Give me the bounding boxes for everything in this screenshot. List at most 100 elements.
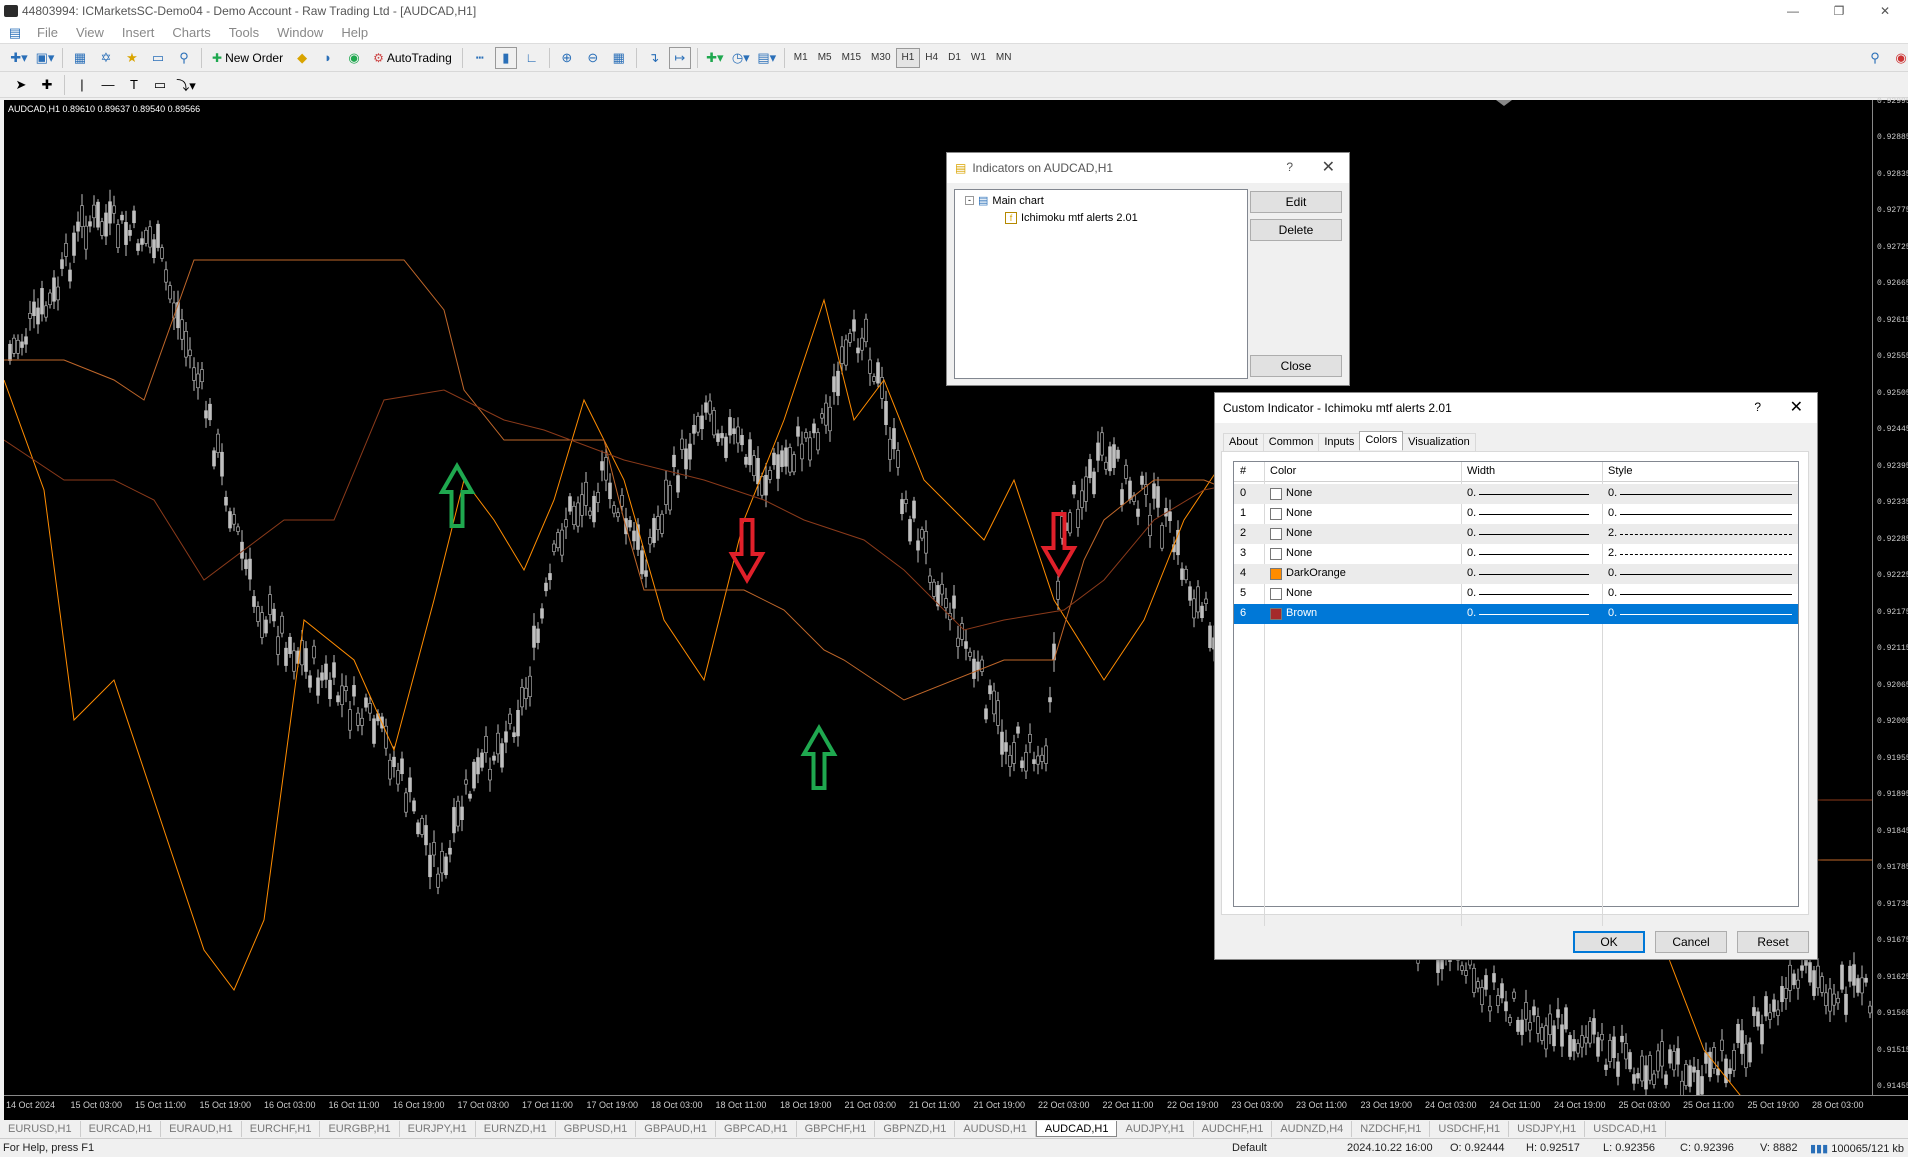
minimize-icon[interactable]: —	[1770, 0, 1816, 22]
color-row[interactable]: 0 None 0. 0.	[1234, 484, 1798, 504]
restore-icon[interactable]: ❐	[1816, 0, 1862, 22]
color-row[interactable]: 4 DarkOrange 0. 0.	[1234, 564, 1798, 584]
menu-tools[interactable]: Tools	[220, 25, 268, 40]
symbol-tab[interactable]: EURCHF,H1	[242, 1121, 321, 1137]
edit-button[interactable]: Edit	[1250, 191, 1342, 213]
style-value[interactable]: 0.	[1608, 567, 1617, 579]
width-value[interactable]: 0.	[1467, 487, 1476, 499]
tab-about[interactable]: About	[1223, 433, 1264, 452]
color-name[interactable]: None	[1286, 547, 1312, 559]
templates-icon[interactable]: ▤▾	[756, 47, 778, 69]
tab-colors[interactable]: Colors	[1359, 431, 1404, 450]
color-name[interactable]: None	[1286, 587, 1312, 599]
color-row[interactable]: 1 None 0. 0.	[1234, 504, 1798, 524]
menu-charts[interactable]: Charts	[163, 25, 219, 40]
autotrading-button[interactable]: ⚙ AutoTrading	[369, 47, 456, 69]
navigator-icon[interactable]: ★	[121, 47, 143, 69]
price-axis[interactable]: 0.92995 0.92885 0.92835 0.92775 0.92725 0.926…	[1872, 97, 1908, 1095]
shapes-icon[interactable]: ⤵▾	[175, 74, 197, 96]
symbol-tab[interactable]: EURUSD,H1	[0, 1121, 81, 1137]
metaeditor-icon[interactable]: ◆	[291, 47, 313, 69]
style-value[interactable]: 0.	[1608, 507, 1617, 519]
indicator-tree[interactable]: - ▤ Main chart f Ichimoku mtf alerts 2.0…	[954, 189, 1248, 379]
width-value[interactable]: 0.	[1467, 507, 1476, 519]
color-name[interactable]: Brown	[1286, 607, 1317, 619]
style-value[interactable]: 0.	[1608, 587, 1617, 599]
cursor-icon[interactable]: ➤	[10, 74, 32, 96]
market-watch-icon[interactable]: ▦	[69, 47, 91, 69]
width-value[interactable]: 0.	[1467, 547, 1476, 559]
color-swatch[interactable]	[1270, 608, 1282, 620]
color-name[interactable]: DarkOrange	[1286, 567, 1346, 579]
chart-shift-icon[interactable]: ↦	[668, 46, 691, 69]
symbol-tab[interactable]: EURJPY,H1	[400, 1121, 476, 1137]
timeframe-d1[interactable]: D1	[943, 48, 966, 68]
market-icon[interactable]: ◉	[343, 47, 365, 69]
symbol-tab[interactable]: GBPCHF,H1	[797, 1121, 876, 1137]
label-icon[interactable]: ▭	[149, 74, 171, 96]
time-axis[interactable]: 14 Oct 2024 15 Oct 03:00 15 Oct 11:00 15 Oc…	[4, 1095, 1908, 1120]
style-value[interactable]: 2.	[1608, 547, 1617, 559]
text-icon[interactable]: T	[123, 74, 145, 96]
tree-node-indicator[interactable]: f Ichimoku mtf alerts 2.01	[1005, 212, 1138, 224]
ok-button[interactable]: OK	[1573, 931, 1645, 953]
symbol-tab[interactable]: USDJPY,H1	[1509, 1121, 1586, 1137]
auto-scroll-icon[interactable]: ↴	[643, 47, 665, 69]
symbol-tab[interactable]: GBPAUD,H1	[636, 1121, 717, 1137]
timeframe-h4[interactable]: H4	[920, 48, 943, 68]
data-window-icon[interactable]: ✡	[95, 47, 117, 69]
symbol-tab[interactable]: AUDNZD,H4	[1272, 1121, 1353, 1137]
zoom-out-icon[interactable]: ⊖	[582, 47, 604, 69]
terminal-icon[interactable]: ▭	[147, 47, 169, 69]
symbol-tab[interactable]: EURNZD,H1	[476, 1121, 556, 1137]
symbol-tab[interactable]: EURCAD,H1	[81, 1121, 162, 1137]
symbol-tab[interactable]: NZDCHF,H1	[1352, 1121, 1431, 1137]
color-row[interactable]: 2 None 0. 2.	[1234, 524, 1798, 544]
width-value[interactable]: 0.	[1467, 607, 1476, 619]
style-value[interactable]: 0.	[1608, 487, 1617, 499]
profiles-icon[interactable]: ▣▾	[34, 47, 56, 69]
tab-common[interactable]: Common	[1262, 433, 1320, 452]
symbol-tab[interactable]: AUDUSD,H1	[955, 1121, 1036, 1137]
help-button[interactable]: ?	[1754, 400, 1761, 414]
cancel-button[interactable]: Cancel	[1655, 931, 1727, 953]
chart-shift-marker[interactable]	[1496, 100, 1512, 106]
color-row[interactable]: 6 Brown 0. 0.	[1234, 604, 1798, 624]
signals-icon[interactable]: ◗	[317, 47, 339, 69]
color-row[interactable]: 3 None 0. 2.	[1234, 544, 1798, 564]
strategy-tester-icon[interactable]: ⚲	[173, 47, 195, 69]
menu-help[interactable]: Help	[332, 25, 377, 40]
symbol-tab[interactable]: GBPCAD,H1	[716, 1121, 797, 1137]
timeframe-m15[interactable]: M15	[837, 48, 866, 68]
symbol-tab[interactable]: USDCHF,H1	[1430, 1121, 1510, 1137]
bar-chart-icon[interactable]: ┅	[469, 47, 491, 69]
color-swatch[interactable]	[1270, 568, 1282, 580]
symbol-tab[interactable]: AUDJPY,H1	[1117, 1121, 1194, 1137]
color-row[interactable]: 5 None 0. 0.	[1234, 584, 1798, 604]
symbol-tab[interactable]: GBPUSD,H1	[556, 1121, 637, 1137]
new-order-button[interactable]: ✚ New Order	[208, 47, 287, 69]
search-icon[interactable]: ⚲	[1864, 47, 1886, 69]
close-icon[interactable]: ✕	[1790, 397, 1803, 417]
timeframe-h1[interactable]: H1	[895, 47, 921, 68]
color-swatch[interactable]	[1270, 588, 1282, 600]
symbol-tab[interactable]: EURGBP,H1	[320, 1121, 400, 1137]
symbol-tab[interactable]: AUDCHF,H1	[1194, 1121, 1273, 1137]
color-name[interactable]: None	[1286, 487, 1312, 499]
reset-button[interactable]: Reset	[1737, 931, 1809, 953]
vertical-line-icon[interactable]: |	[71, 74, 93, 96]
tile-windows-icon[interactable]: ▦	[608, 47, 630, 69]
up-arrow-annotation[interactable]	[800, 723, 838, 790]
crosshair-icon[interactable]: ✚	[36, 74, 58, 96]
tree-node-main-chart[interactable]: - ▤ Main chart	[965, 194, 1044, 207]
menu-view[interactable]: View	[67, 25, 113, 40]
menu-window[interactable]: Window	[268, 25, 332, 40]
indicators-icon[interactable]: ✚▾	[704, 47, 726, 69]
color-name[interactable]: None	[1286, 507, 1312, 519]
color-swatch[interactable]	[1270, 508, 1282, 520]
help-button[interactable]: ?	[1286, 160, 1293, 174]
style-value[interactable]: 0.	[1608, 607, 1617, 619]
symbol-tab[interactable]: USDCAD,H1	[1585, 1121, 1666, 1137]
style-value[interactable]: 2.	[1608, 527, 1617, 539]
close-icon[interactable]: ✕	[1322, 157, 1335, 177]
